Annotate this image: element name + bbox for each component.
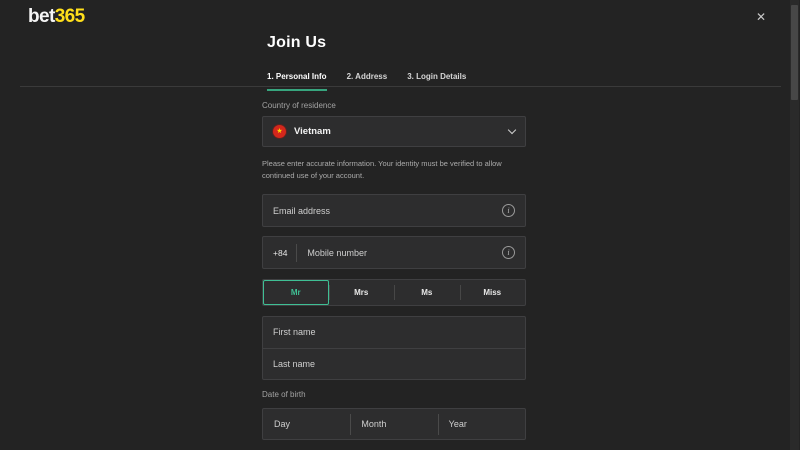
vietnam-flag-icon: ★ — [273, 125, 286, 138]
email-info-icon[interactable]: i — [502, 204, 515, 217]
dob-month-select[interactable]: Month — [350, 409, 437, 439]
first-name-row — [263, 317, 525, 348]
bet365-logo[interactable]: bet365 — [28, 6, 85, 28]
dial-divider — [296, 244, 297, 262]
join-page: bet365 ✕ Join Us 1. Personal Info 2. Add… — [0, 0, 800, 450]
dob-day-select[interactable]: Day — [263, 409, 350, 439]
title-option-mr[interactable]: Mr — [263, 280, 329, 305]
step-tabs: 1. Personal Info 2. Address 3. Login Det… — [267, 66, 466, 91]
first-name-input[interactable] — [273, 327, 515, 337]
name-fields — [262, 316, 526, 380]
close-button[interactable]: ✕ — [750, 6, 772, 28]
identity-notice: Please enter accurate information. Your … — [262, 158, 522, 182]
email-field: i — [262, 194, 526, 227]
page-title: Join Us — [267, 34, 326, 52]
dob-fields: Day Month Year — [262, 408, 526, 440]
mobile-input[interactable] — [307, 248, 502, 258]
mobile-info-icon[interactable]: i — [502, 246, 515, 259]
title-selector: Mr Mrs Ms Miss — [262, 279, 526, 306]
dial-code: +84 — [273, 248, 296, 258]
scrollbar-track[interactable] — [790, 0, 799, 450]
mobile-field: +84 i — [262, 236, 526, 269]
country-select-row[interactable]: ★ Vietnam — [263, 117, 525, 146]
dob-label: Date of birth — [262, 390, 306, 399]
title-option-miss[interactable]: Miss — [460, 280, 526, 305]
title-option-mrs[interactable]: Mrs — [329, 280, 395, 305]
last-name-input[interactable] — [273, 359, 515, 369]
tab-address[interactable]: 2. Address — [347, 66, 388, 91]
flag-star-icon: ★ — [276, 128, 282, 135]
logo-text-365: 365 — [55, 6, 85, 27]
tabs-divider — [20, 86, 781, 87]
tab-personal-info[interactable]: 1. Personal Info — [267, 66, 327, 91]
scrollbar-thumb[interactable] — [791, 5, 798, 100]
chevron-down-icon — [508, 126, 516, 134]
last-name-row — [263, 348, 525, 380]
email-input[interactable] — [273, 206, 502, 216]
logo-text-bet: bet — [28, 6, 55, 27]
country-value: Vietnam — [294, 126, 509, 137]
country-select[interactable]: ★ Vietnam — [262, 116, 526, 147]
country-label: Country of residence — [262, 101, 336, 110]
tab-login-details[interactable]: 3. Login Details — [407, 66, 466, 91]
title-option-ms[interactable]: Ms — [394, 280, 460, 305]
dob-year-select[interactable]: Year — [438, 409, 525, 439]
close-icon: ✕ — [756, 10, 766, 24]
